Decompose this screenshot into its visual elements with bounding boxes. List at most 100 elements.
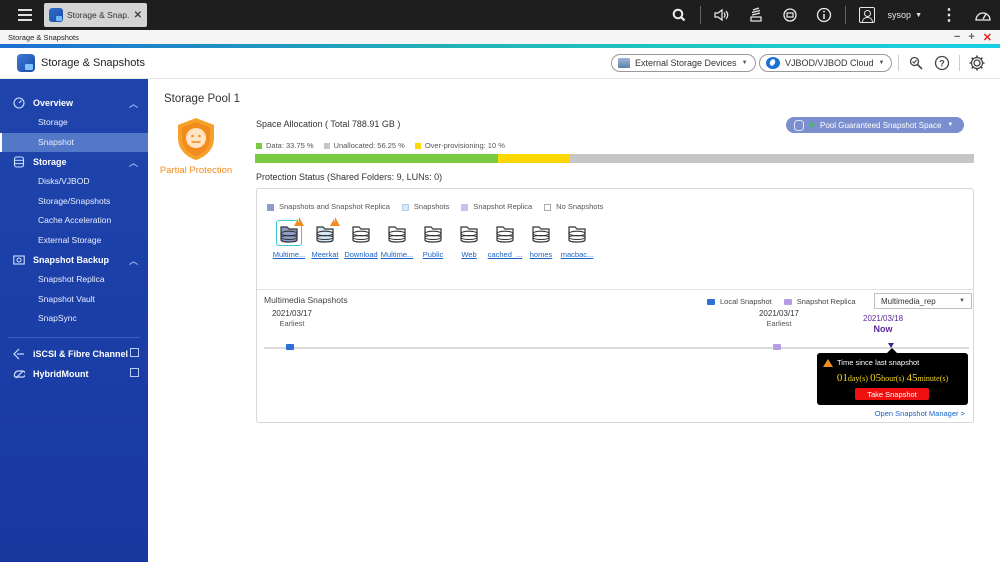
sidebar-link-label: iSCSI & Fibre Channel (33, 348, 129, 359)
caret-down-icon: ▼ (741, 60, 748, 66)
maximize-button[interactable]: + (968, 31, 974, 44)
pool-button-label: Pool Guaranteed Snapshot Space (820, 120, 942, 130)
external-link-icon (130, 367, 139, 377)
replica-job-value: Multimedia_rep (881, 296, 936, 306)
diagnostics-icon[interactable] (907, 54, 925, 72)
shared-folder-label[interactable]: macbac... (561, 250, 594, 259)
shared-folder-item[interactable]: Download (343, 220, 379, 259)
user-icon[interactable] (850, 0, 884, 30)
shared-folder-icon (492, 220, 518, 246)
replica-snapshot-marker-icon (783, 299, 792, 306)
sidebar-item-snapshot-vault[interactable]: Snapshot Vault (0, 290, 148, 310)
shared-folder-item[interactable]: homes (523, 220, 559, 259)
caret-down-icon: ▼ (959, 298, 965, 304)
shared-folder-item[interactable]: Web (451, 220, 487, 259)
help-icon[interactable]: ? (933, 54, 951, 72)
legend-label: Data: 33.75 % (266, 141, 314, 150)
replica-snapshot-marker[interactable] (773, 344, 781, 350)
os-taskbar: Storage & Snap... ✕ sysop ▼ ⋮ (0, 0, 1000, 30)
shared-folder-label[interactable]: Meerkat (311, 250, 338, 259)
close-button[interactable]: ✕ (983, 31, 992, 44)
legend-label: Snapshot Replica (473, 202, 533, 211)
info-icon[interactable] (807, 0, 841, 30)
legend-swatch (323, 143, 330, 150)
chevron-up-icon[interactable]: ︿ (129, 156, 138, 169)
storage-app-icon (17, 54, 35, 72)
more-vertical-icon[interactable]: ⋮ (932, 0, 966, 30)
storage-app-icon (49, 8, 63, 22)
legend-data: Data: 33.75 % (256, 141, 314, 150)
status-dot (810, 123, 814, 127)
app-title: Storage & Snapshots (41, 57, 145, 69)
vjbod-dropdown[interactable]: VJBOD/VJBOD Cloud ▼ (759, 54, 893, 72)
sidebar-group-storage[interactable]: Storage ︿ (0, 152, 148, 172)
search-icon[interactable] (662, 0, 696, 30)
divider (257, 289, 973, 290)
sidebar-group-overview[interactable]: Overview ︿ (0, 93, 148, 113)
camera-icon (13, 254, 25, 266)
shared-folder-label[interactable]: homes (530, 250, 553, 259)
volume-icon[interactable] (705, 0, 739, 30)
settings-gear-icon[interactable] (968, 54, 986, 72)
sidebar-group-label: Snapshot Backup (33, 255, 110, 265)
warning-icon (294, 217, 304, 226)
sidebar-link-iscsi[interactable]: iSCSI & Fibre Channel (0, 344, 148, 364)
pool-guaranteed-snapshot-space-button[interactable]: Pool Guaranteed Snapshot Space ▼ (786, 117, 964, 133)
external-storage-dropdown[interactable]: External Storage Devices ▼ (611, 54, 756, 72)
shared-folder-label[interactable]: Public (423, 250, 443, 259)
main-menu-button[interactable] (12, 5, 38, 25)
local-snapshot-marker-icon (707, 299, 715, 306)
shared-folder-item[interactable]: Meerkat (307, 217, 343, 259)
sidebar-group-snapshot-backup[interactable]: Snapshot Backup ︿ (0, 250, 148, 270)
divider (699, 6, 701, 24)
app-tab-storage-snapshots[interactable]: Storage & Snap... ✕ (44, 3, 147, 27)
take-snapshot-button[interactable]: Take Snapshot (855, 388, 929, 400)
local-earliest-date: 2021/03/17 Earliest (267, 309, 317, 329)
sidebar-item-snapshot-replica[interactable]: Snapshot Replica (0, 270, 148, 290)
protection-status-panel: Snapshots and Snapshot Replica Snapshots… (256, 188, 974, 423)
sidebar-item-disks-vjbod[interactable]: Disks/VJBOD (0, 172, 148, 192)
sidebar-item-cache-acceleration[interactable]: Cache Acceleration (0, 211, 148, 231)
chevron-up-icon[interactable]: ︿ (129, 97, 138, 110)
legend-swatch (461, 203, 469, 211)
shared-folder-label[interactable]: Download (344, 250, 377, 259)
shared-folder-item[interactable]: Multime... (379, 220, 415, 259)
iscsi-icon (13, 348, 25, 360)
replica-job-select[interactable]: Multimedia_rep ▼ (874, 293, 972, 309)
legend-swatch (544, 203, 552, 211)
timeline-title: Multimedia Snapshots (264, 295, 348, 305)
legend-local-snapshot: Local Snapshot (707, 297, 772, 306)
sidebar-link-hybridmount[interactable]: HybridMount (0, 364, 148, 384)
local-snapshot-marker[interactable] (286, 344, 294, 350)
date-sublabel: Earliest (766, 319, 792, 328)
sidebar-item-snapshot[interactable]: Snapshot (0, 132, 148, 152)
user-menu[interactable]: sysop ▼ (884, 10, 932, 20)
minimize-button[interactable]: − (954, 31, 960, 44)
shared-folder-label[interactable]: Multime... (273, 250, 306, 259)
sidebar-item-storage-snapshots[interactable]: Storage/Snapshots (0, 192, 148, 212)
protection-status-label: Partial Protection (159, 165, 233, 176)
date-text: 2021/03/17 (758, 309, 800, 318)
notification-stack-icon[interactable] (739, 0, 773, 30)
sync-icon[interactable] (773, 0, 807, 30)
shared-folder-label[interactable]: Web (461, 250, 476, 259)
shared-folder-item[interactable]: Multime... (271, 217, 307, 259)
sidebar-item-snapsync[interactable]: SnapSync (0, 309, 148, 329)
window-title: Storage & Snapshots (8, 32, 79, 42)
open-snapshot-manager-link[interactable]: Open Snapshot Manager > (875, 409, 965, 418)
sidebar-item-storage-overview[interactable]: Storage (0, 113, 148, 133)
hybridmount-icon (13, 368, 25, 380)
shared-folder-label[interactable]: cached_... (488, 250, 523, 259)
pool-title: Storage Pool 1 (164, 93, 241, 105)
shared-folder-item[interactable]: macbac... (559, 220, 595, 259)
chevron-up-icon[interactable]: ︿ (129, 254, 138, 267)
dashboard-gauge-icon[interactable] (966, 0, 1000, 30)
shared-folder-item[interactable]: Public (415, 220, 451, 259)
sidebar-item-external-storage[interactable]: External Storage (0, 231, 148, 251)
shared-folder-label[interactable]: Multime... (381, 250, 414, 259)
legend-unallocated: Unallocated: 56.25 % (323, 141, 405, 150)
time-since-snapshot-tooltip: Time since last snapshot 01day(s) 05hour… (817, 348, 968, 405)
legend-label: Snapshots and Snapshot Replica (279, 202, 390, 211)
close-icon[interactable]: ✕ (134, 10, 142, 21)
shared-folder-item[interactable]: cached_... (487, 220, 523, 259)
